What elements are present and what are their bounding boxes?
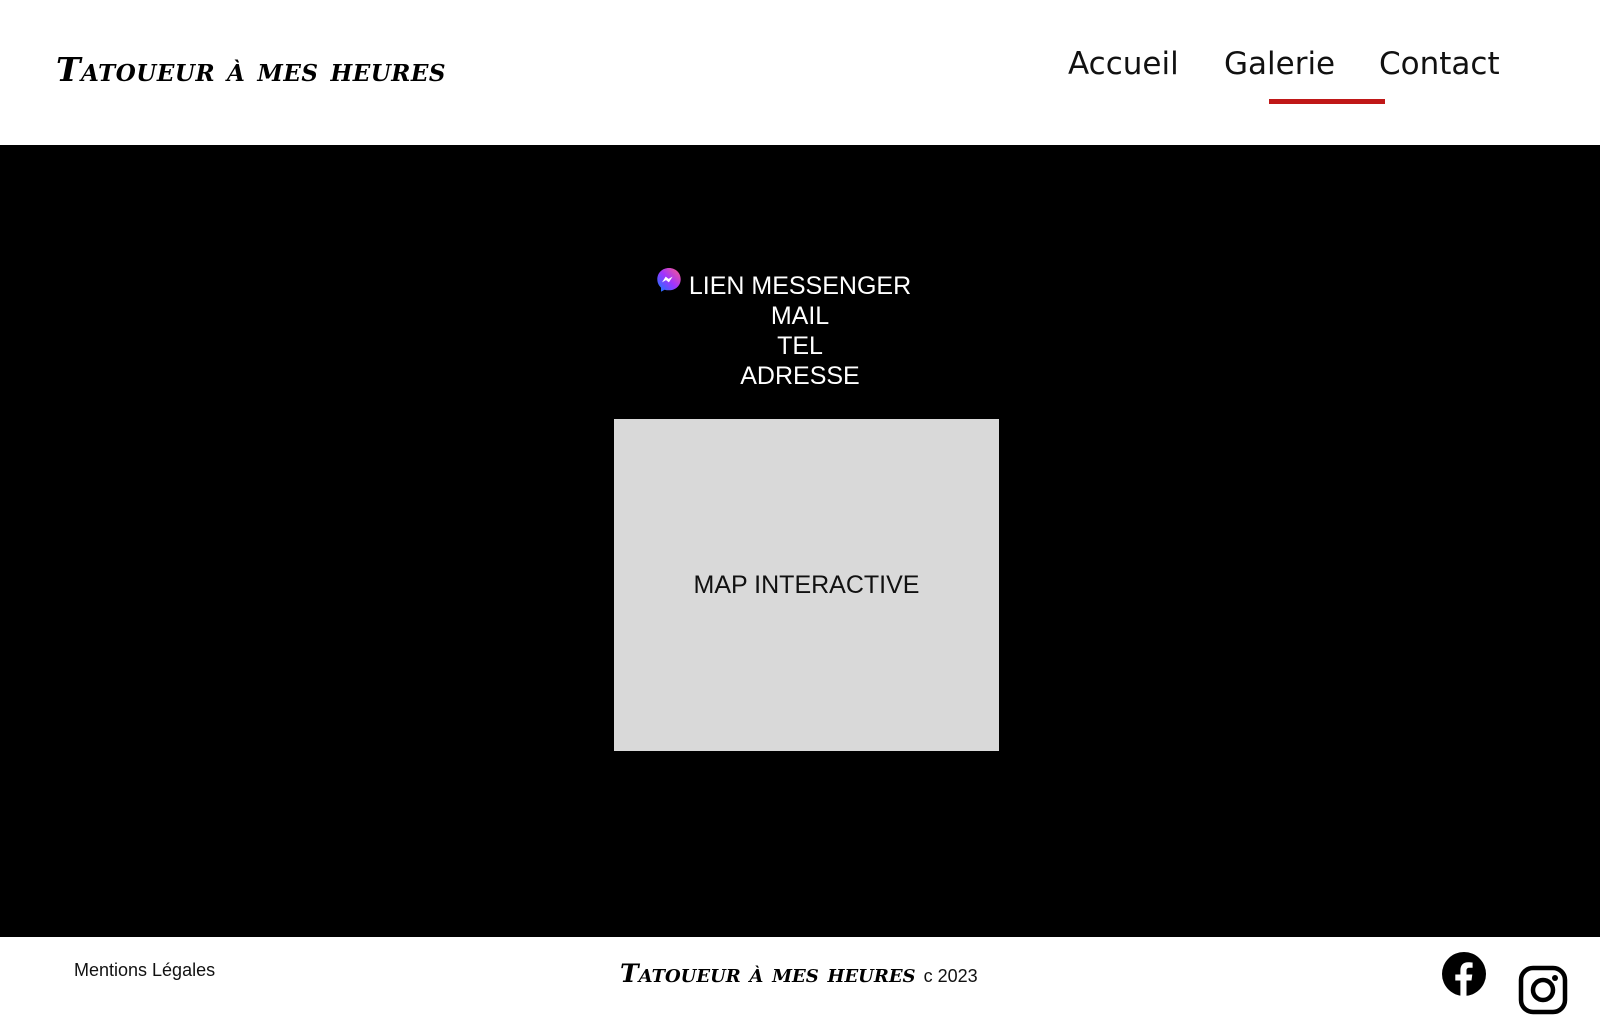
nav-active-underline	[1269, 99, 1385, 104]
contact-info: LIEN MESSENGER MAIL TEL ADRESSE	[0, 271, 1600, 391]
address-text: ADRESSE	[740, 362, 860, 390]
mail-text: MAIL	[770, 302, 830, 330]
site-header: Tatoueur à mes heures Accueil Galerie Co…	[0, 0, 1600, 145]
nav-item-galerie[interactable]: Galerie	[1224, 44, 1379, 104]
contact-section: LIEN MESSENGER MAIL TEL ADRESSE MAP INTE…	[0, 145, 1600, 937]
map-label: MAP INTERACTIVE	[693, 570, 920, 599]
instagram-icon[interactable]	[1518, 965, 1568, 1015]
site-logo[interactable]: Tatoueur à mes heures	[56, 50, 446, 89]
site-footer: Mentions Légales Tatoueur à mes heures c…	[0, 937, 1600, 1024]
facebook-icon[interactable]	[1441, 951, 1487, 997]
legal-notice-link[interactable]: Mentions Légales	[74, 960, 215, 981]
nav-item-contact[interactable]: Contact	[1379, 44, 1519, 104]
copyright-text: c 2023	[923, 966, 978, 986]
messenger-link[interactable]: LIEN MESSENGER	[0, 271, 1600, 301]
nav-item-accueil[interactable]: Accueil	[1068, 44, 1224, 104]
main-nav: Accueil Galerie Contact	[1068, 44, 1519, 104]
footer-logo: Tatoueur à mes heures	[620, 959, 916, 988]
tel-text: TEL	[777, 332, 823, 360]
interactive-map[interactable]: MAP INTERACTIVE	[614, 419, 999, 751]
footer-brand: Tatoueur à mes heures c 2023	[620, 959, 978, 988]
site-logo-text: Tatoueur à mes heures	[56, 50, 447, 89]
page: Tatoueur à mes heures Accueil Galerie Co…	[0, 0, 1600, 1024]
